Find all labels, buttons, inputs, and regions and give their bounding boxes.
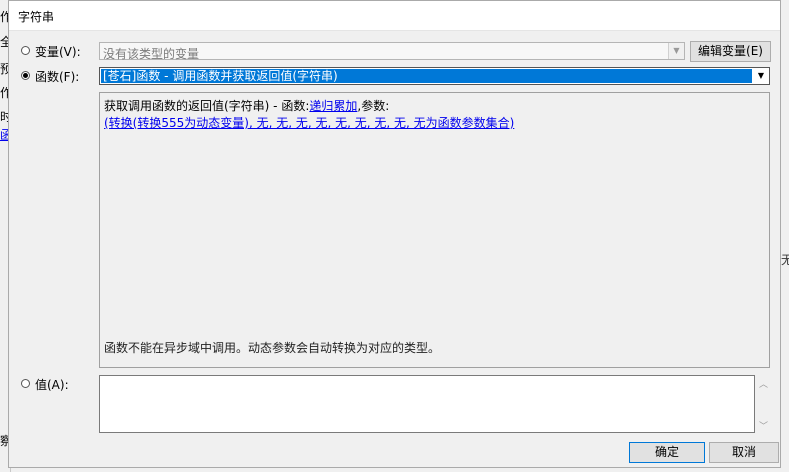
cancel-button[interactable]: 取消 — [709, 442, 779, 463]
title-bar: 字符串 — [9, 1, 780, 31]
variable-combo[interactable]: 没有该类型的变量 ▼ — [99, 42, 685, 61]
function-label: 函数(F): — [35, 70, 80, 84]
background-window-strip-right — [781, 0, 789, 472]
function-combo[interactable]: [苍石]函数 - 调用函数并获取返回值(字符串) ▼ — [99, 67, 770, 85]
dialog-title: 字符串 — [18, 10, 55, 24]
value-label: 值(A): — [35, 378, 69, 392]
variable-combo-text: 没有该类型的变量 — [103, 47, 200, 61]
value-radio[interactable] — [21, 379, 30, 388]
background-text: 无 — [781, 253, 789, 267]
description-prefix: 获取调用函数的返回值(字符串) - 函数: — [104, 99, 310, 113]
scroll-up-icon[interactable]: ︿ — [759, 377, 768, 390]
description-suffix: ,参数: — [357, 99, 390, 113]
chevron-down-icon[interactable]: ▼ — [668, 43, 684, 59]
value-textarea[interactable] — [99, 375, 755, 433]
function-args: (转换(转换555为动态变量), 无, 无, 无, 无, 无, 无, 无, 无,… — [104, 114, 514, 131]
function-combo-text: [苍石]函数 - 调用函数并获取返回值(字符串) — [101, 69, 752, 83]
edit-variable-button[interactable]: 编辑变量(E) — [690, 41, 771, 62]
function-description-panel: 获取调用函数的返回值(字符串) - 函数:递归累加,参数: (转换(转换555为… — [99, 92, 770, 368]
string-dialog: 字符串 变量(V): 没有该类型的变量 ▼ 编辑变量(E) 函数(F): [苍石… — [8, 0, 781, 468]
function-radio[interactable] — [21, 71, 30, 80]
variable-radio[interactable] — [21, 46, 30, 55]
ok-button[interactable]: 确定 — [629, 442, 705, 463]
variable-label: 变量(V): — [35, 45, 81, 59]
function-description: 获取调用函数的返回值(字符串) - 函数:递归累加,参数: — [104, 97, 389, 114]
function-note: 函数不能在异步域中调用。动态参数会自动转换为对应的类型。 — [104, 341, 441, 355]
scroll-down-icon[interactable]: ﹀ — [759, 419, 768, 432]
chevron-down-icon[interactable]: ▼ — [753, 68, 769, 84]
function-name-link[interactable]: 递归累加 — [309, 99, 357, 113]
function-args-link[interactable]: (转换(转换555为动态变量), 无, 无, 无, 无, 无, 无, 无, 无,… — [104, 116, 514, 130]
